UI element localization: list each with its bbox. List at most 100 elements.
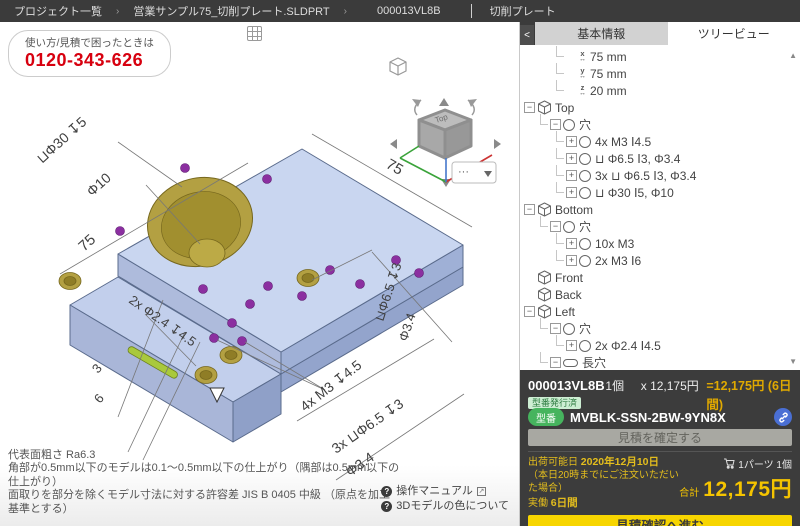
slot-icon (563, 358, 578, 367)
face-cube-icon (538, 287, 551, 302)
hole-icon (579, 237, 591, 250)
tree-connector (540, 113, 548, 125)
viewport-layout-icon[interactable] (247, 26, 262, 41)
tree-expander[interactable]: − (550, 221, 561, 232)
tree-item[interactable]: − Bottom (520, 201, 800, 218)
tree-expander[interactable]: + (566, 255, 577, 266)
view-navigation[interactable]: Top ··· (389, 57, 501, 187)
tree-item-label: 穴 (579, 220, 592, 234)
tree-item-label: ⊔ Φ30 Ⅰ5, Φ10 (595, 185, 674, 200)
tree-connector (556, 45, 564, 57)
tree-connector (556, 130, 564, 142)
proceed-to-quote-button[interactable]: 見積確認へ進む (528, 515, 792, 526)
svg-text:6: 6 (91, 391, 107, 406)
tree-connector (556, 147, 564, 159)
scroll-down-arrow[interactable]: ▼ (789, 357, 797, 366)
doc-tab-part-name[interactable]: 切削プレート (472, 0, 574, 22)
tree-expander[interactable]: + (566, 238, 577, 249)
tree-expander[interactable]: + (566, 340, 577, 351)
tree-expander[interactable]: − (524, 306, 535, 317)
hole-icon (579, 254, 591, 267)
tree-item-label: ⊔ Φ6.5 Ⅰ3, Φ3.4 (595, 151, 681, 166)
tree-connector (556, 334, 564, 346)
tree-item-label: 穴 (579, 322, 592, 336)
tree-connector (556, 181, 564, 193)
tree-item[interactable]: − Left (520, 303, 800, 320)
tree-expander[interactable]: − (524, 102, 535, 113)
tree-item-label: 20 mm (590, 83, 627, 98)
hole-icon (579, 169, 591, 182)
confirm-quote-button[interactable]: 見積を確定する (528, 429, 792, 446)
tree-item-label: 10x M3 (595, 236, 635, 251)
tab-tree-view[interactable]: ツリービュー (667, 22, 800, 45)
tab-basic-info[interactable]: 基本情報 (535, 22, 668, 45)
hole-icon (579, 186, 591, 199)
external-link-icon: ↗ (476, 487, 486, 496)
isometric-view-icon[interactable] (389, 57, 407, 76)
rotate-left-icon[interactable] (412, 99, 422, 116)
tree-item[interactable]: Back (520, 286, 800, 303)
machining-notes: 代表面粗さ Ra6.3 角部が0.5mm以下のモデルは0.1～0.5mm以下の仕… (8, 449, 400, 517)
tree-expander[interactable]: + (566, 170, 577, 181)
tree-item[interactable]: z ↔ 20 mm (520, 79, 800, 99)
doc-tab-part-id[interactable]: 000013VL8B (347, 0, 471, 22)
scroll-up-arrow[interactable]: ▲ (789, 51, 797, 60)
part-model[interactable] (69, 148, 464, 443)
breadcrumb-projects[interactable]: プロジェクト一覧 (0, 3, 116, 19)
tree-connector (540, 317, 548, 329)
tree-expander[interactable]: + (566, 153, 577, 164)
tree-item[interactable]: Front (520, 269, 800, 286)
feature-tree: x ↔ 75 mm y ↔ 75 mm z ↔ 20 mm − Top − 穴 +4x M3 Ⅰ4.5 + ⊔… (520, 45, 800, 370)
meviy-quote-app: プロジェクト一覧 › 営業サンプル75_切削プレート.SLDPRT › 0000… (0, 0, 800, 526)
manual-link[interactable]: ? 操作マニュアル ↗ (381, 484, 509, 499)
tree-connector (556, 79, 564, 91)
link-icon (778, 411, 788, 423)
pan-right-arrow[interactable] (494, 139, 501, 149)
tree-item-label: Top (555, 100, 575, 115)
help-links: ? 操作マニュアル ↗ ? 3Dモデルの色について (381, 484, 509, 514)
copy-link-button[interactable] (774, 408, 792, 426)
tree-connector (540, 215, 548, 227)
breadcrumb: プロジェクト一覧 › 営業サンプル75_切削プレート.SLDPRT › 0000… (0, 0, 800, 22)
panel-collapse-button[interactable]: < (520, 25, 534, 45)
rotate-right-icon[interactable] (467, 99, 477, 116)
part-id: 000013VL8B (528, 378, 605, 393)
panel-tabbar: < 基本情報 ツリービュー (520, 22, 800, 45)
3d-viewport[interactable]: 75 75 ⊔Φ30 ↧5 Φ10 2x Φ2.4 ↧4.5 4x M3 ↧4.… (0, 22, 520, 526)
hole-icon (579, 152, 591, 165)
model-number-value: MVBLK-SSN-2BW-9YN8X (570, 409, 726, 425)
tree-expander[interactable]: − (550, 119, 561, 130)
support-phone-number: 0120-343-626 (25, 50, 144, 70)
viewer-more-button[interactable]: ··· (451, 161, 497, 184)
tree-item[interactable]: − 長穴 (520, 351, 800, 370)
pan-left-arrow[interactable] (390, 139, 397, 149)
tree-item[interactable]: +2x M3 Ⅰ6 (520, 249, 800, 269)
support-phone-label: 使い方/見積で困ったときは (25, 37, 154, 49)
tree-item[interactable]: +2x Φ2.4 Ⅰ4.5 (520, 334, 800, 354)
grand-total: 合計 12,175円 (679, 478, 792, 501)
tree-expander[interactable]: + (566, 187, 577, 198)
order-summary-panel: 000013VL8B 1個 x 12,175円 =12,175円 (6日間) 型… (520, 370, 800, 526)
hole-icon (563, 118, 575, 131)
tree-item[interactable]: − Top (520, 99, 800, 116)
tree-connector (556, 232, 564, 244)
tree-expander[interactable]: − (524, 204, 535, 215)
tilt-up-arrow[interactable] (439, 98, 449, 106)
hole-icon (579, 135, 591, 148)
price-line: 000013VL8B 1個 x 12,175円 =12,175円 (6日間) (528, 375, 792, 412)
question-icon: ? (381, 486, 393, 497)
svg-text:⊔Φ30 ↧5: ⊔Φ30 ↧5 (33, 113, 89, 166)
tree-expander[interactable]: − (550, 323, 561, 334)
right-panel: < 基本情報 ツリービュー x ↔ 75 mm y ↔ 75 mm z ↔ 20 mm − Top −… (520, 22, 800, 526)
tree-item-label: 4x M3 Ⅰ4.5 (595, 134, 652, 149)
tree-item[interactable]: + ⊔ Φ30 Ⅰ5, Φ10 (520, 181, 800, 201)
badge-row: 型番発行済 (528, 393, 792, 409)
model-colors-link[interactable]: ? 3Dモデルの色について (381, 499, 509, 514)
breadcrumb-file[interactable]: 営業サンプル75_切削プレート.SLDPRT (119, 3, 343, 19)
tree-item-label: 長穴 (582, 356, 607, 370)
tree-expander[interactable]: − (550, 357, 561, 368)
shipping-info: 出荷可能日 2020年12月10日 （本日20時までにご注文いただいた場合） 実… (528, 456, 679, 509)
tree-item-label: 75 mm (590, 66, 627, 81)
tree-expander[interactable]: + (566, 136, 577, 147)
svg-text:3x ⊔Φ6.5 ↧3: 3x ⊔Φ6.5 ↧3 (329, 395, 407, 456)
